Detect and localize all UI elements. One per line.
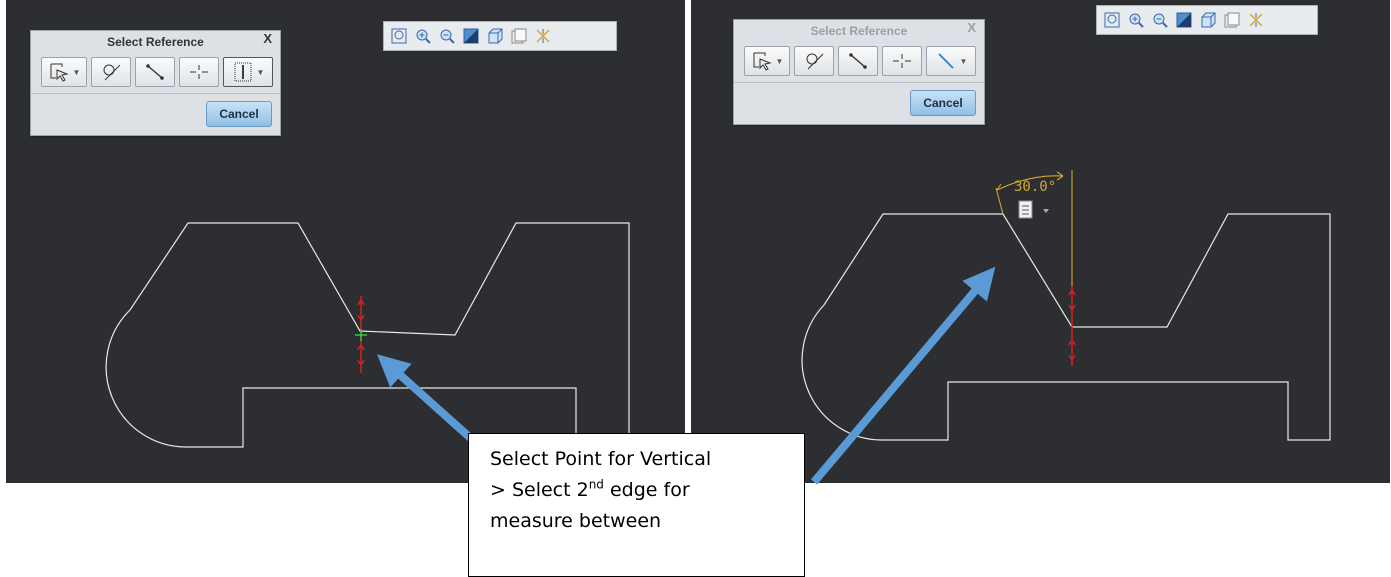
dialog-title: Select Reference: [107, 35, 204, 49]
dimension-properties-icon[interactable]: [1018, 200, 1049, 219]
angled-line-icon[interactable]: ▼: [926, 46, 976, 76]
zoom-in-icon[interactable]: [1126, 10, 1146, 30]
select-reference-dialog: Select Reference X ▼ ▼ Cancel: [30, 30, 281, 136]
center-point-icon[interactable]: [179, 57, 219, 87]
line-reference-icon[interactable]: [838, 46, 878, 76]
left-graphics-window[interactable]: Select Reference X ▼ ▼ Cancel: [6, 0, 685, 483]
circle-reference-icon[interactable]: [794, 46, 834, 76]
view-orientation-icon[interactable]: [1198, 10, 1218, 30]
angle-dimension-text[interactable]: 30.0°: [1014, 179, 1056, 195]
saved-views-icon[interactable]: [509, 26, 529, 46]
view-toolbar: [383, 21, 617, 51]
callout-line-2: > Select 2nd edge for: [490, 477, 690, 501]
close-icon[interactable]: X: [263, 31, 272, 46]
zoom-out-icon[interactable]: [437, 26, 457, 46]
sketch-profile: [801, 213, 1331, 441]
center-point-icon[interactable]: [882, 46, 922, 76]
close-icon[interactable]: X: [967, 20, 976, 35]
display-style-icon[interactable]: [1174, 10, 1194, 30]
display-style-icon[interactable]: [461, 26, 481, 46]
saved-views-icon[interactable]: [1222, 10, 1242, 30]
zoom-fit-icon[interactable]: [389, 26, 409, 46]
cancel-button[interactable]: Cancel: [910, 90, 976, 116]
cancel-button[interactable]: Cancel: [206, 101, 272, 127]
vertical-line-icon[interactable]: ▼: [223, 57, 273, 87]
vertical-constraint-marker: [1068, 286, 1076, 366]
datum-display-icon[interactable]: [533, 26, 553, 46]
instruction-callout: Select Point for Vertical > Select 2nd e…: [468, 433, 805, 577]
datum-display-icon[interactable]: [1246, 10, 1266, 30]
callout-line-3: measure between: [490, 510, 662, 532]
circle-reference-icon[interactable]: [91, 57, 131, 87]
right-graphics-window[interactable]: 30.0° Select Reference X ▼ ▼ Cancel: [691, 0, 1390, 483]
sketch-profile: [105, 222, 630, 448]
view-toolbar: [1096, 5, 1318, 35]
zoom-in-icon[interactable]: [413, 26, 433, 46]
view-orientation-icon[interactable]: [485, 26, 505, 46]
select-filter-icon[interactable]: ▼: [744, 46, 790, 76]
dialog-title: Select Reference: [810, 24, 908, 38]
zoom-fit-icon[interactable]: [1102, 10, 1122, 30]
line-reference-icon[interactable]: [135, 57, 175, 87]
select-filter-icon[interactable]: ▼: [41, 57, 87, 87]
zoom-out-icon[interactable]: [1150, 10, 1170, 30]
select-reference-dialog: Select Reference X ▼ ▼ Cancel: [733, 19, 985, 125]
callout-line-1: Select Point for Vertical: [490, 448, 712, 470]
